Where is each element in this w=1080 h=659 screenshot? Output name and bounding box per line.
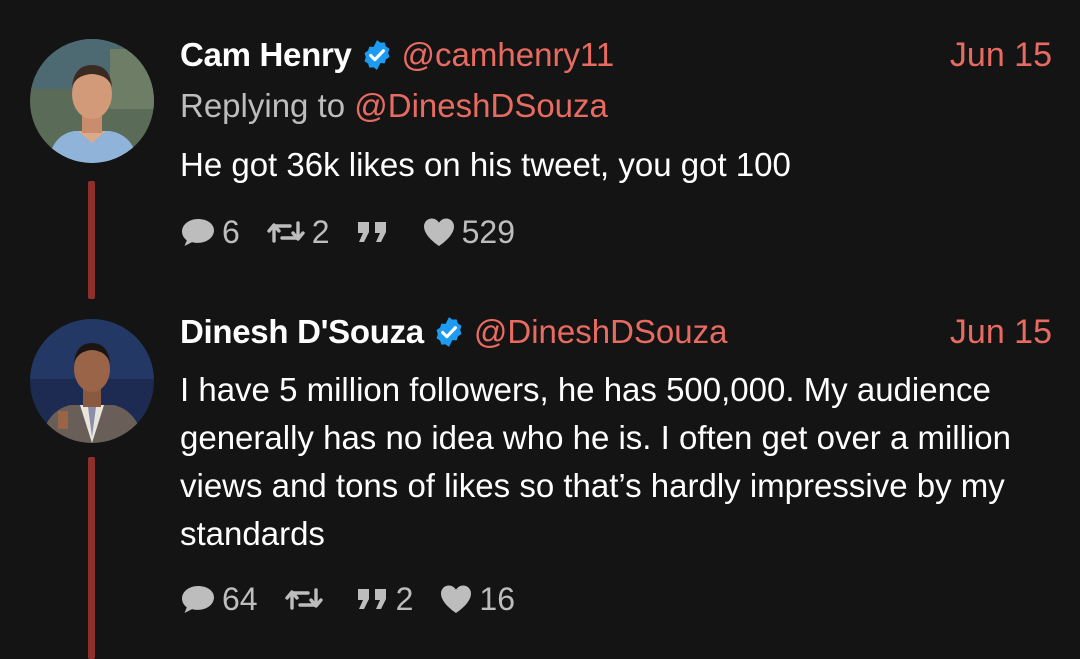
verified-badge-icon — [432, 315, 466, 349]
tweet-text: He got 36k likes on his tweet, you got 1… — [180, 146, 791, 183]
like-icon — [439, 584, 473, 614]
like-button[interactable]: 16 — [439, 581, 515, 618]
quote-button[interactable]: 2 — [356, 580, 414, 618]
tweet-cam-henry[interactable]: Cam Henry @camhenry11 Jun 15 Replying to… — [0, 0, 1080, 300]
tweet-header: Cam Henry @camhenry11 Jun 15 — [180, 33, 1052, 77]
reply-count: 64 — [222, 580, 258, 617]
like-count: 16 — [479, 580, 515, 617]
tweet-header: Dinesh D'Souza @DineshDSouza Jun 15 — [180, 310, 1052, 354]
avatar[interactable] — [30, 39, 154, 163]
replying-to-label: Replying to — [180, 87, 355, 124]
author-name[interactable]: Dinesh D'Souza — [180, 313, 424, 351]
reply-count: 6 — [222, 213, 240, 250]
like-button[interactable]: 529 — [422, 214, 515, 251]
avatar[interactable] — [30, 319, 154, 443]
thread-line — [88, 457, 95, 659]
verified-badge-icon — [360, 38, 394, 72]
quote-button[interactable] — [356, 220, 396, 244]
quote-icon — [356, 220, 390, 244]
tweet-actions: 6 2 529 — [180, 212, 541, 252]
like-icon — [422, 217, 456, 247]
like-count: 529 — [461, 213, 515, 250]
replying-to: Replying to @DineshDSouza — [180, 87, 608, 125]
tweet-text: I have 5 million followers, he has 500,0… — [180, 371, 1011, 552]
author-handle[interactable]: @camhenry11 — [402, 36, 615, 74]
reply-icon — [180, 215, 216, 249]
tweet-date[interactable]: Jun 15 — [950, 36, 1052, 75]
retweet-button[interactable] — [284, 584, 330, 614]
thread-line — [88, 181, 95, 299]
retweet-button[interactable]: 2 — [266, 214, 330, 251]
retweet-icon — [284, 584, 324, 614]
reply-icon — [180, 582, 216, 616]
retweet-icon — [266, 217, 306, 247]
retweet-count: 2 — [311, 213, 330, 250]
author-name[interactable]: Cam Henry — [180, 36, 352, 74]
quote-icon — [356, 587, 390, 611]
tweet-date[interactable]: Jun 15 — [950, 313, 1052, 352]
reply-button[interactable]: 6 — [180, 214, 240, 251]
tweet-dinesh-dsouza[interactable]: Dinesh D'Souza @DineshDSouza Jun 15 I ha… — [0, 300, 1080, 659]
tweet-actions: 64 2 16 — [180, 579, 541, 619]
author-handle[interactable]: @DineshDSouza — [474, 313, 728, 351]
reply-button[interactable]: 64 — [180, 581, 258, 618]
reply-mention-link[interactable]: @DineshDSouza — [354, 87, 608, 124]
quote-count: 2 — [395, 580, 414, 617]
